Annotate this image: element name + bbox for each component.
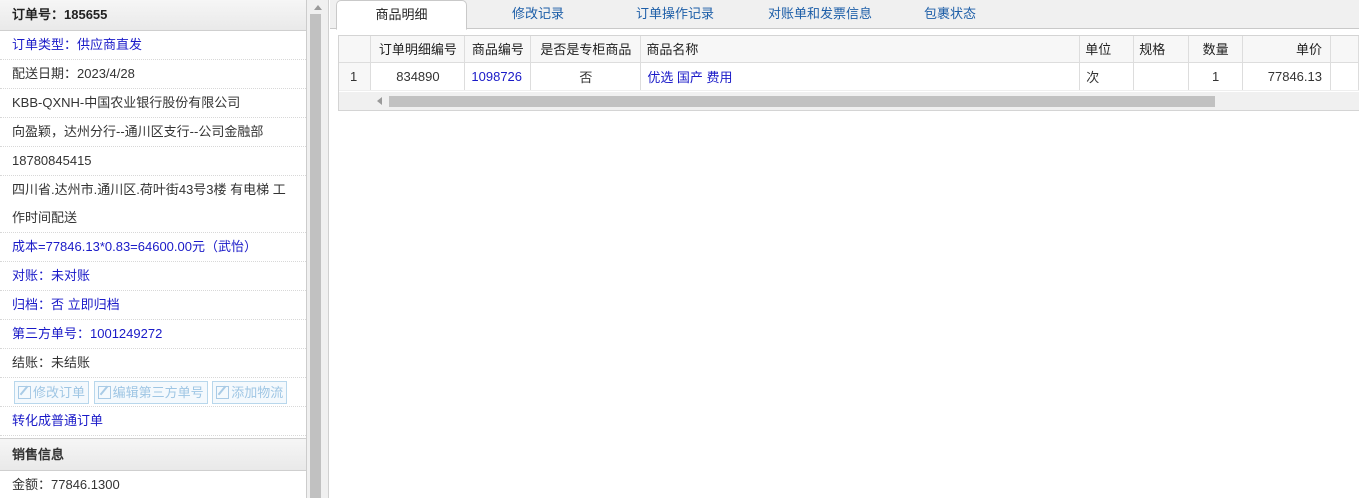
settlement-status: 结账：未结账 — [0, 349, 306, 378]
cell-spec — [1133, 62, 1190, 91]
cell-product-no-link[interactable]: 1098726 — [464, 62, 532, 91]
detail-panel: 商品明细 修改记录 订单操作记录 对账单和发票信息 包裹状态 订单明细编号 商品… — [330, 0, 1359, 498]
edit-icon — [97, 386, 111, 399]
col-header-detail-no[interactable]: 订单明细编号 — [370, 36, 466, 63]
table-row[interactable]: 1 834890 1098726 否 优选 国产 费用 次 1 77846.13 — [339, 62, 1359, 91]
col-header-extra — [1330, 36, 1359, 63]
cell-price: 77846.13 — [1242, 62, 1331, 91]
col-header-unit[interactable]: 单位 — [1079, 36, 1135, 63]
row-index: 1 — [339, 62, 372, 91]
edit-icon — [216, 386, 230, 399]
contact-phone: 18780845415 — [0, 147, 306, 176]
tab-product-details[interactable]: 商品明细 — [336, 0, 467, 30]
tab-package-status[interactable]: 包裹状态 — [910, 0, 990, 29]
tab-reconcile-invoice[interactable]: 对账单和发票信息 — [750, 0, 890, 29]
add-logistics-button-label: 添加物流 — [231, 385, 284, 400]
tab-bar: 商品明细 修改记录 订单操作记录 对账单和发票信息 包裹状态 — [330, 0, 1359, 30]
delivery-address: 四川省.达州市.通川区.荷叶街43号3楼 有电梯 工作时间配送 — [0, 176, 306, 233]
edit-third-party-button-label: 编辑第三方单号 — [112, 385, 204, 400]
sales-amount: 金额：77846.1300 — [0, 471, 306, 498]
add-logistics-button[interactable]: 添加物流 — [212, 381, 288, 404]
cell-unit: 次 — [1079, 62, 1135, 91]
contact-department: 向盈颖，达州分行--通川区支行--公司金融部 — [0, 118, 306, 147]
cell-qty: 1 — [1188, 62, 1244, 91]
edit-order-button[interactable]: 修改订单 — [14, 381, 90, 404]
tab-edit-history[interactable]: 修改记录 — [490, 0, 586, 29]
horizontal-scrollbar[interactable] — [339, 92, 1359, 110]
product-grid: 订单明细编号 商品编号 是否是专柜商品 商品名称 单位 规格 数量 单价 1 8… — [338, 35, 1359, 111]
horizontal-scrollbar-thumb[interactable] — [389, 96, 1215, 107]
sales-info-header: 销售信息 — [0, 438, 306, 471]
col-header-name[interactable]: 商品名称 — [640, 36, 1081, 63]
cell-extra — [1330, 62, 1359, 91]
order-type: 订单类型：供应商直发 — [0, 31, 306, 60]
convert-order-link[interactable]: 转化成普通订单 — [0, 407, 306, 436]
tab-operation-log[interactable]: 订单操作记录 — [620, 0, 730, 29]
left-panel-scrollbar[interactable] — [307, 0, 329, 498]
archive-label: 归档： — [12, 297, 52, 312]
reconcile-status: 对账：未对账 — [0, 262, 306, 291]
edit-order-button-label: 修改订单 — [33, 385, 86, 400]
col-header-qty[interactable]: 数量 — [1188, 36, 1244, 63]
archive-row: 归档：否 立即归档 — [0, 291, 306, 320]
table-header-row: 订单明细编号 商品编号 是否是专柜商品 商品名称 单位 规格 数量 单价 — [339, 36, 1359, 63]
scrollbar-thumb[interactable] — [310, 14, 321, 498]
cell-cabinet: 否 — [530, 62, 642, 91]
col-header-price[interactable]: 单价 — [1242, 36, 1331, 63]
cost-formula: 成本=77846.13*0.83=64600.00元（武怡） — [0, 233, 306, 262]
third-party-number: 第三方单号：1001249272 — [0, 320, 306, 349]
col-header-cabinet[interactable]: 是否是专柜商品 — [530, 36, 642, 63]
order-number-header: 订单号：185655 — [0, 0, 306, 31]
scroll-left-arrow-icon[interactable] — [377, 97, 382, 105]
cell-detail-no: 834890 — [370, 62, 466, 91]
customer-name: KBB-QXNH-中国农业银行股份有限公司 — [0, 89, 306, 118]
product-table: 订单明细编号 商品编号 是否是专柜商品 商品名称 单位 规格 数量 单价 1 8… — [339, 36, 1359, 91]
scroll-up-arrow-icon[interactable] — [314, 5, 322, 10]
edit-icon — [18, 386, 31, 399]
col-header-spec[interactable]: 规格 — [1133, 36, 1190, 63]
edit-third-party-button[interactable]: 编辑第三方单号 — [93, 381, 208, 404]
archive-now-link[interactable]: 否 立即归档 — [51, 297, 120, 312]
cell-product-name-link[interactable]: 优选 国产 费用 — [640, 62, 1081, 91]
action-buttons: 修改订单 编辑第三方单号 添加物流 — [0, 378, 306, 407]
order-info-panel: 订单号：185655 订单类型：供应商直发 配送日期：2023/4/28 KBB… — [0, 0, 307, 498]
col-header-product-no[interactable]: 商品编号 — [464, 36, 532, 63]
delivery-date: 配送日期：2023/4/28 — [0, 60, 306, 89]
col-header-index — [339, 36, 372, 63]
